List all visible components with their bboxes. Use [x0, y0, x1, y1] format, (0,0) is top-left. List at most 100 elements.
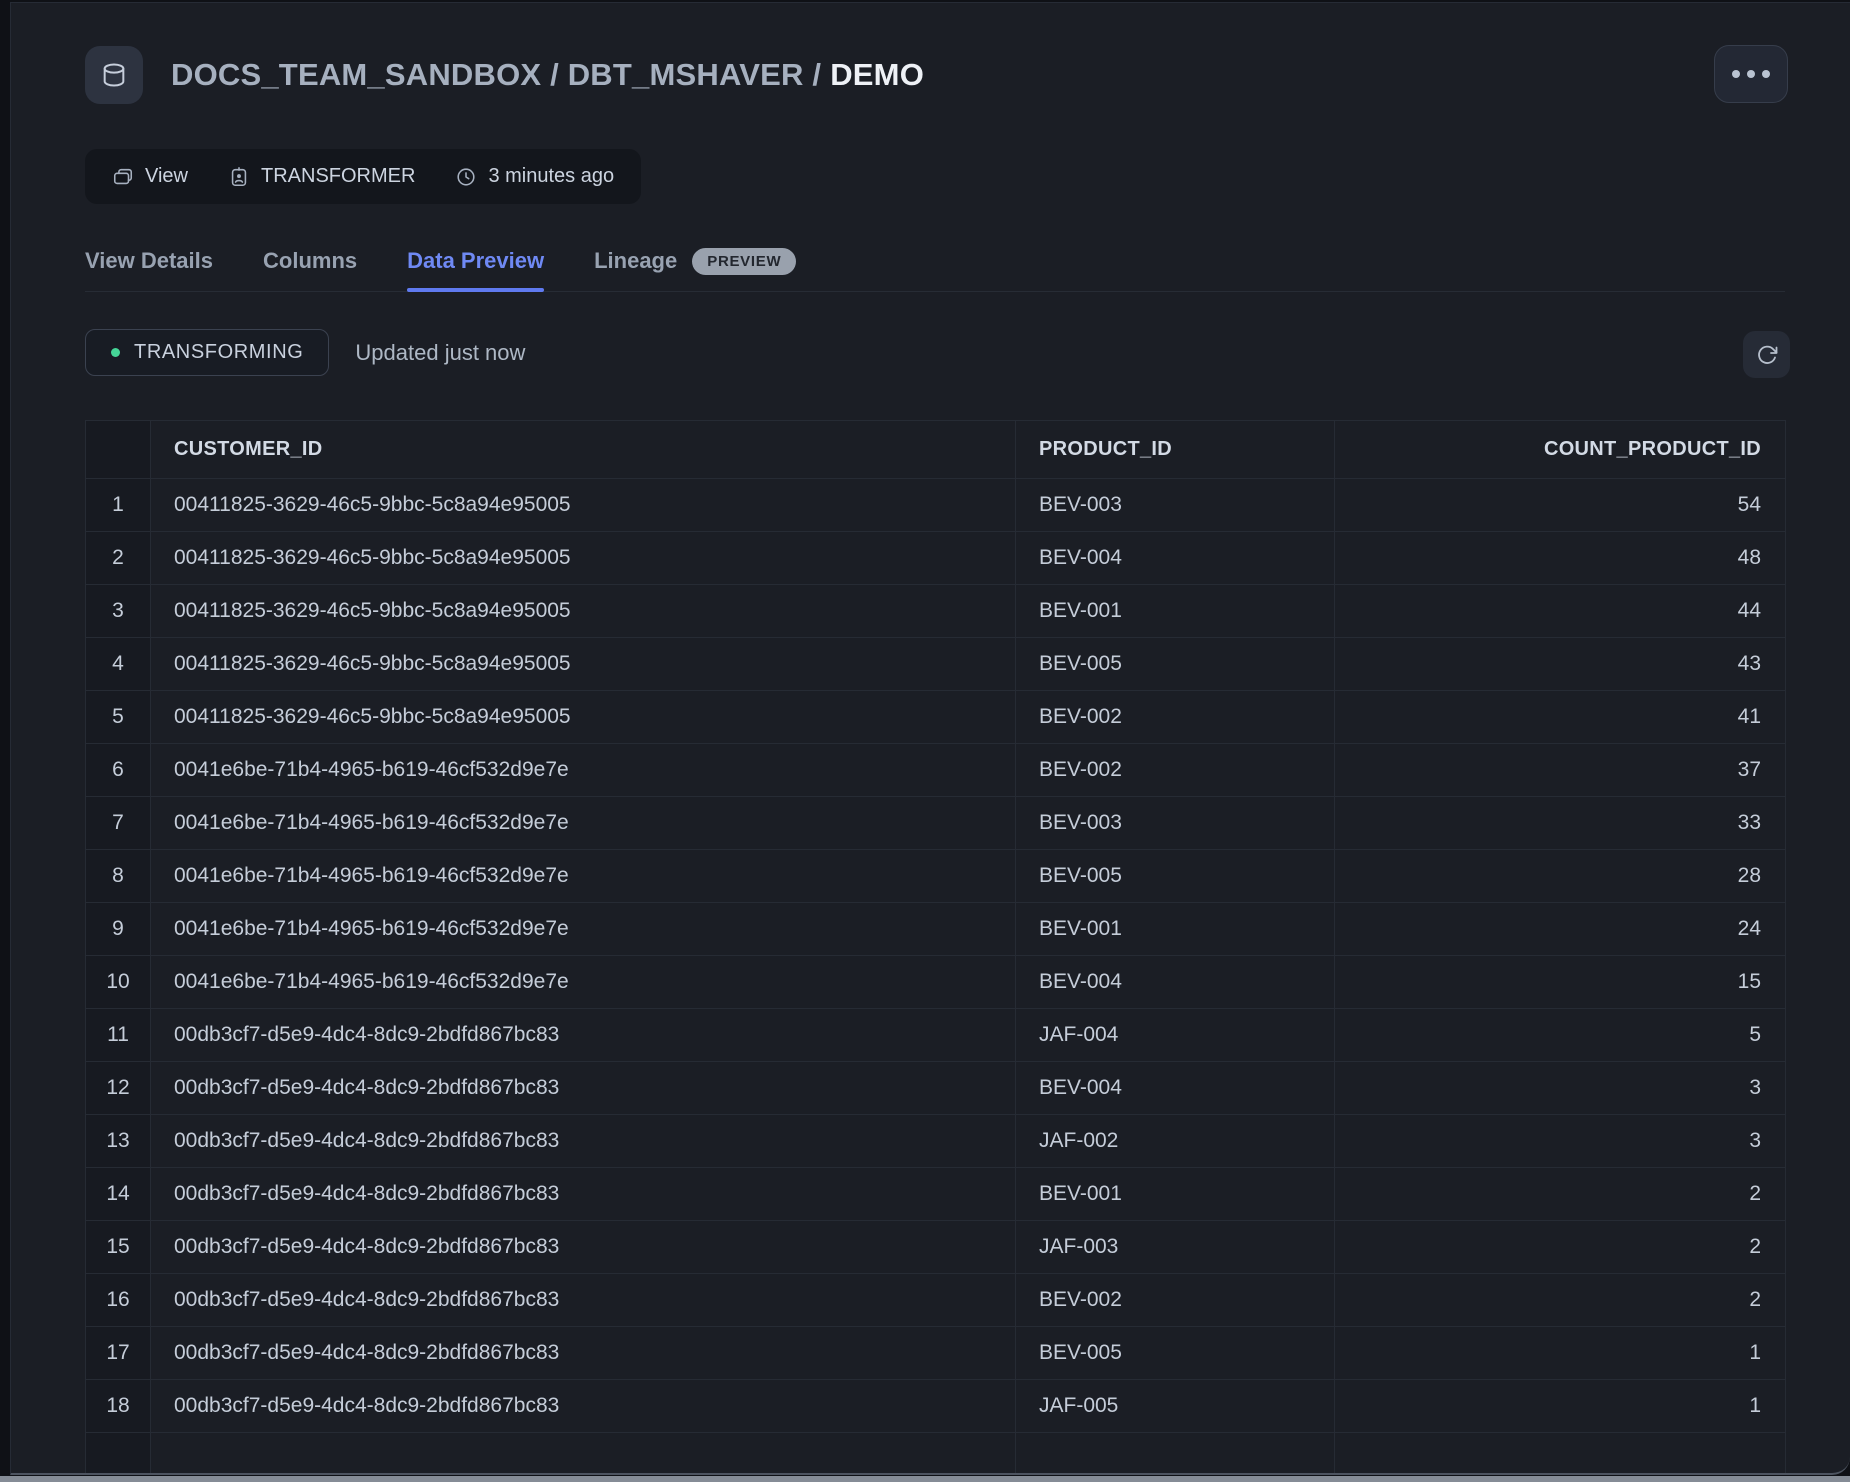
cell-count-product-id[interactable]: 2 [1335, 1168, 1785, 1220]
cell-count-product-id[interactable]: 24 [1335, 903, 1785, 955]
table-row: 8 0041e6be-71b4-4965-b619-46cf532d9e7e B… [86, 850, 1785, 903]
cell-customer-id[interactable]: 00411825-3629-46c5-9bbc-5c8a94e95005 [151, 691, 1016, 743]
cell-customer-id[interactable]: 00411825-3629-46c5-9bbc-5c8a94e95005 [151, 532, 1016, 584]
cell-customer-id[interactable]: 00db3cf7-d5e9-4dc4-8dc9-2bdfd867bc83 [151, 1009, 1016, 1061]
cell-count-product-id[interactable]: 54 [1335, 479, 1785, 531]
cell-customer-id[interactable]: 00db3cf7-d5e9-4dc4-8dc9-2bdfd867bc83 [151, 1380, 1016, 1432]
tab-columns[interactable]: Columns [263, 247, 357, 275]
more-options-button[interactable] [1714, 45, 1788, 103]
cell-count-product-id[interactable]: 2 [1335, 1274, 1785, 1326]
row-number[interactable]: 13 [86, 1115, 151, 1167]
column-header-count-product-id[interactable]: COUNT_PRODUCT_ID [1335, 421, 1785, 478]
column-header-product-id[interactable]: PRODUCT_ID [1016, 421, 1335, 478]
cell-customer-id[interactable]: 00db3cf7-d5e9-4dc4-8dc9-2bdfd867bc83 [151, 1168, 1016, 1220]
cell-customer-id[interactable]: 0041e6be-71b4-4965-b619-46cf532d9e7e [151, 744, 1016, 796]
cell-product-id[interactable]: BEV-003 [1016, 479, 1335, 531]
horizontal-scrollbar[interactable] [0, 1476, 1850, 1482]
cell-product-id[interactable]: BEV-002 [1016, 1274, 1335, 1326]
cell-count-product-id[interactable]: 5 [1335, 1009, 1785, 1061]
table-row: 18 00db3cf7-d5e9-4dc4-8dc9-2bdfd867bc83 … [86, 1380, 1785, 1433]
row-number[interactable]: 9 [86, 903, 151, 955]
row-number[interactable]: 11 [86, 1009, 151, 1061]
row-number[interactable]: 17 [86, 1327, 151, 1379]
cell-customer-id[interactable]: 00db3cf7-d5e9-4dc4-8dc9-2bdfd867bc83 [151, 1115, 1016, 1167]
table-row: 9 0041e6be-71b4-4965-b619-46cf532d9e7e B… [86, 903, 1785, 956]
table-row: 16 00db3cf7-d5e9-4dc4-8dc9-2bdfd867bc83 … [86, 1274, 1785, 1327]
row-number[interactable]: 15 [86, 1221, 151, 1273]
cell-product-id[interactable]: BEV-005 [1016, 1327, 1335, 1379]
row-number[interactable]: 2 [86, 532, 151, 584]
cell-count-product-id[interactable]: 3 [1335, 1062, 1785, 1114]
cell-count-product-id[interactable]: 3 [1335, 1115, 1785, 1167]
cell-customer-id[interactable]: 00411825-3629-46c5-9bbc-5c8a94e95005 [151, 479, 1016, 531]
cell-product-id[interactable]: BEV-002 [1016, 691, 1335, 743]
row-number[interactable]: 14 [86, 1168, 151, 1220]
table-row: 13 00db3cf7-d5e9-4dc4-8dc9-2bdfd867bc83 … [86, 1115, 1785, 1168]
cell-product-id[interactable]: BEV-004 [1016, 956, 1335, 1008]
cell-count-product-id[interactable]: 1 [1335, 1380, 1785, 1432]
status-badge: TRANSFORMING [85, 329, 329, 376]
meta-item-time: 3 minutes ago [455, 165, 614, 188]
table-row: 7 0041e6be-71b4-4965-b619-46cf532d9e7e B… [86, 797, 1785, 850]
cell-customer-id[interactable]: 0041e6be-71b4-4965-b619-46cf532d9e7e [151, 956, 1016, 1008]
cell-product-id[interactable]: BEV-001 [1016, 903, 1335, 955]
cell-count-product-id[interactable]: 44 [1335, 585, 1785, 637]
cell-count-product-id[interactable]: 33 [1335, 797, 1785, 849]
cell-count-product-id[interactable]: 15 [1335, 956, 1785, 1008]
cell-product-id[interactable]: JAF-005 [1016, 1380, 1335, 1432]
tab-data-preview[interactable]: Data Preview [407, 247, 544, 275]
cell-count-product-id[interactable]: 28 [1335, 850, 1785, 902]
breadcrumb: DOCS_TEAM_SANDBOX / DBT_MSHAVER / [171, 57, 821, 93]
cell-product-id[interactable]: BEV-001 [1016, 585, 1335, 637]
cell-product-id[interactable]: BEV-002 [1016, 744, 1335, 796]
cell-product-id[interactable]: BEV-004 [1016, 1062, 1335, 1114]
cell-count-product-id[interactable]: 2 [1335, 1221, 1785, 1273]
row-number[interactable]: 8 [86, 850, 151, 902]
cell-product-id[interactable]: BEV-005 [1016, 638, 1335, 690]
cell-count-product-id[interactable]: 41 [1335, 691, 1785, 743]
row-number[interactable]: 4 [86, 638, 151, 690]
cell-customer-id[interactable]: 00411825-3629-46c5-9bbc-5c8a94e95005 [151, 585, 1016, 637]
tab-lineage[interactable]: Lineage PREVIEW [594, 247, 796, 275]
cell-customer-id[interactable]: 00411825-3629-46c5-9bbc-5c8a94e95005 [151, 638, 1016, 690]
breadcrumb-current: DEMO [830, 57, 924, 93]
updated-text: Updated just now [355, 340, 525, 366]
cell-customer-id[interactable]: 00db3cf7-d5e9-4dc4-8dc9-2bdfd867bc83 [151, 1327, 1016, 1379]
status-row: TRANSFORMING Updated just now [85, 329, 525, 376]
cell-product-id[interactable]: JAF-002 [1016, 1115, 1335, 1167]
cell-product-id[interactable]: JAF-004 [1016, 1009, 1335, 1061]
cell-count-product-id[interactable]: 1 [1335, 1327, 1785, 1379]
cell-product-id[interactable]: JAF-003 [1016, 1221, 1335, 1273]
table-body: 1 00411825-3629-46c5-9bbc-5c8a94e95005 B… [86, 479, 1785, 1433]
refresh-button[interactable] [1743, 331, 1790, 378]
row-number[interactable]: 12 [86, 1062, 151, 1114]
cell-customer-id[interactable]: 00db3cf7-d5e9-4dc4-8dc9-2bdfd867bc83 [151, 1221, 1016, 1273]
row-number[interactable]: 6 [86, 744, 151, 796]
cell-customer-id[interactable]: 00db3cf7-d5e9-4dc4-8dc9-2bdfd867bc83 [151, 1062, 1016, 1114]
cell-product-id[interactable]: BEV-004 [1016, 532, 1335, 584]
cell-customer-id[interactable]: 0041e6be-71b4-4965-b619-46cf532d9e7e [151, 850, 1016, 902]
tab-view-details[interactable]: View Details [85, 247, 213, 275]
row-number[interactable]: 18 [86, 1380, 151, 1432]
table-row: 10 0041e6be-71b4-4965-b619-46cf532d9e7e … [86, 956, 1785, 1009]
column-header-customer-id[interactable]: CUSTOMER_ID [151, 421, 1016, 478]
row-number[interactable]: 10 [86, 956, 151, 1008]
cell-count-product-id[interactable]: 48 [1335, 532, 1785, 584]
cell-customer-id[interactable]: 0041e6be-71b4-4965-b619-46cf532d9e7e [151, 903, 1016, 955]
cell-count-product-id[interactable]: 37 [1335, 744, 1785, 796]
row-number[interactable]: 5 [86, 691, 151, 743]
refresh-icon [1755, 343, 1779, 367]
cell-customer-id[interactable]: 00db3cf7-d5e9-4dc4-8dc9-2bdfd867bc83 [151, 1274, 1016, 1326]
row-number[interactable]: 1 [86, 479, 151, 531]
cell-count-product-id[interactable]: 43 [1335, 638, 1785, 690]
status-dot-icon [111, 348, 120, 357]
cell-product-id[interactable]: BEV-001 [1016, 1168, 1335, 1220]
table-row: 12 00db3cf7-d5e9-4dc4-8dc9-2bdfd867bc83 … [86, 1062, 1785, 1115]
row-number[interactable]: 3 [86, 585, 151, 637]
row-number[interactable]: 16 [86, 1274, 151, 1326]
data-preview-table: CUSTOMER_ID PRODUCT_ID COUNT_PRODUCT_ID … [85, 420, 1786, 1475]
cell-product-id[interactable]: BEV-005 [1016, 850, 1335, 902]
cell-product-id[interactable]: BEV-003 [1016, 797, 1335, 849]
cell-customer-id[interactable]: 0041e6be-71b4-4965-b619-46cf532d9e7e [151, 797, 1016, 849]
row-number[interactable]: 7 [86, 797, 151, 849]
